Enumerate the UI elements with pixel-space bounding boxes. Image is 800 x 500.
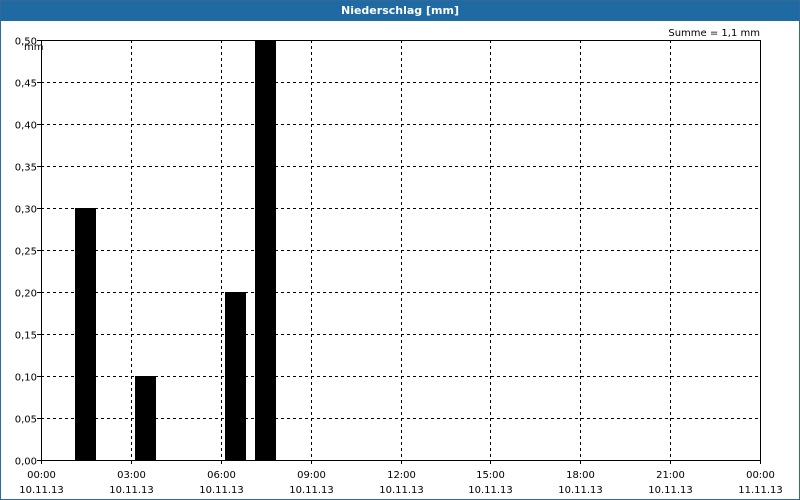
bar — [135, 376, 156, 460]
x-tick-time: 12:00 — [387, 470, 416, 481]
y-tick-label: 0,45 — [15, 79, 37, 90]
x-tick-date: 10.11.13 — [109, 485, 154, 496]
x-tick-time: 00:00 — [27, 470, 56, 481]
x-tick-date: 10.11.13 — [19, 485, 64, 496]
x-ticks: 00:00 10.11.13 03:00 10.11.13 06:00 10.11.13 0… — [19, 460, 783, 496]
sum-annotation: Summe = 1,1 mm — [668, 28, 760, 39]
x-tick-date: 10.11.13 — [379, 485, 424, 496]
y-tick-label: 0,15 — [15, 331, 37, 342]
y-tick-label: 0,20 — [15, 289, 37, 300]
x-tick-time: 21:00 — [656, 470, 685, 481]
x-tick-date: 11.11.13 — [738, 485, 783, 496]
bar — [255, 40, 276, 460]
bar — [225, 292, 246, 460]
bar — [75, 208, 96, 460]
y-tick-label: 0,25 — [15, 247, 37, 258]
y-tick-label: 0,50 — [15, 37, 37, 48]
y-tick-label: 0,30 — [15, 205, 37, 216]
x-tick-time: 06:00 — [207, 470, 236, 481]
x-tick-date: 10.11.13 — [468, 485, 513, 496]
y-tick-label: 0,00 — [15, 457, 37, 468]
x-tick-date: 10.11.13 — [289, 485, 334, 496]
x-tick-time: 09:00 — [297, 470, 326, 481]
x-tick-time: 00:00 — [746, 470, 775, 481]
y-ticks: 0,00 0,05 0,10 0,15 0,20 0,25 0,30 0,35 0,40 0,45… — [15, 37, 41, 468]
x-tick-date: 10.11.13 — [558, 485, 603, 496]
y-tick-label: 0,10 — [15, 373, 37, 384]
x-tick-time: 18:00 — [566, 470, 595, 481]
precipitation-chart: mm Summe = 1,1 mm 0,000,050,100,150,200,… — [15, 28, 783, 496]
x-tick-time: 15:00 — [476, 470, 505, 481]
x-tick-time: 03:00 — [117, 470, 146, 481]
y-tick-label: 0,05 — [15, 415, 37, 426]
x-tick-date: 10.11.13 — [199, 485, 244, 496]
x-tick-date: 10.11.13 — [648, 485, 693, 496]
y-tick-label: 0,35 — [15, 163, 37, 174]
y-tick-label: 0,40 — [15, 121, 37, 132]
